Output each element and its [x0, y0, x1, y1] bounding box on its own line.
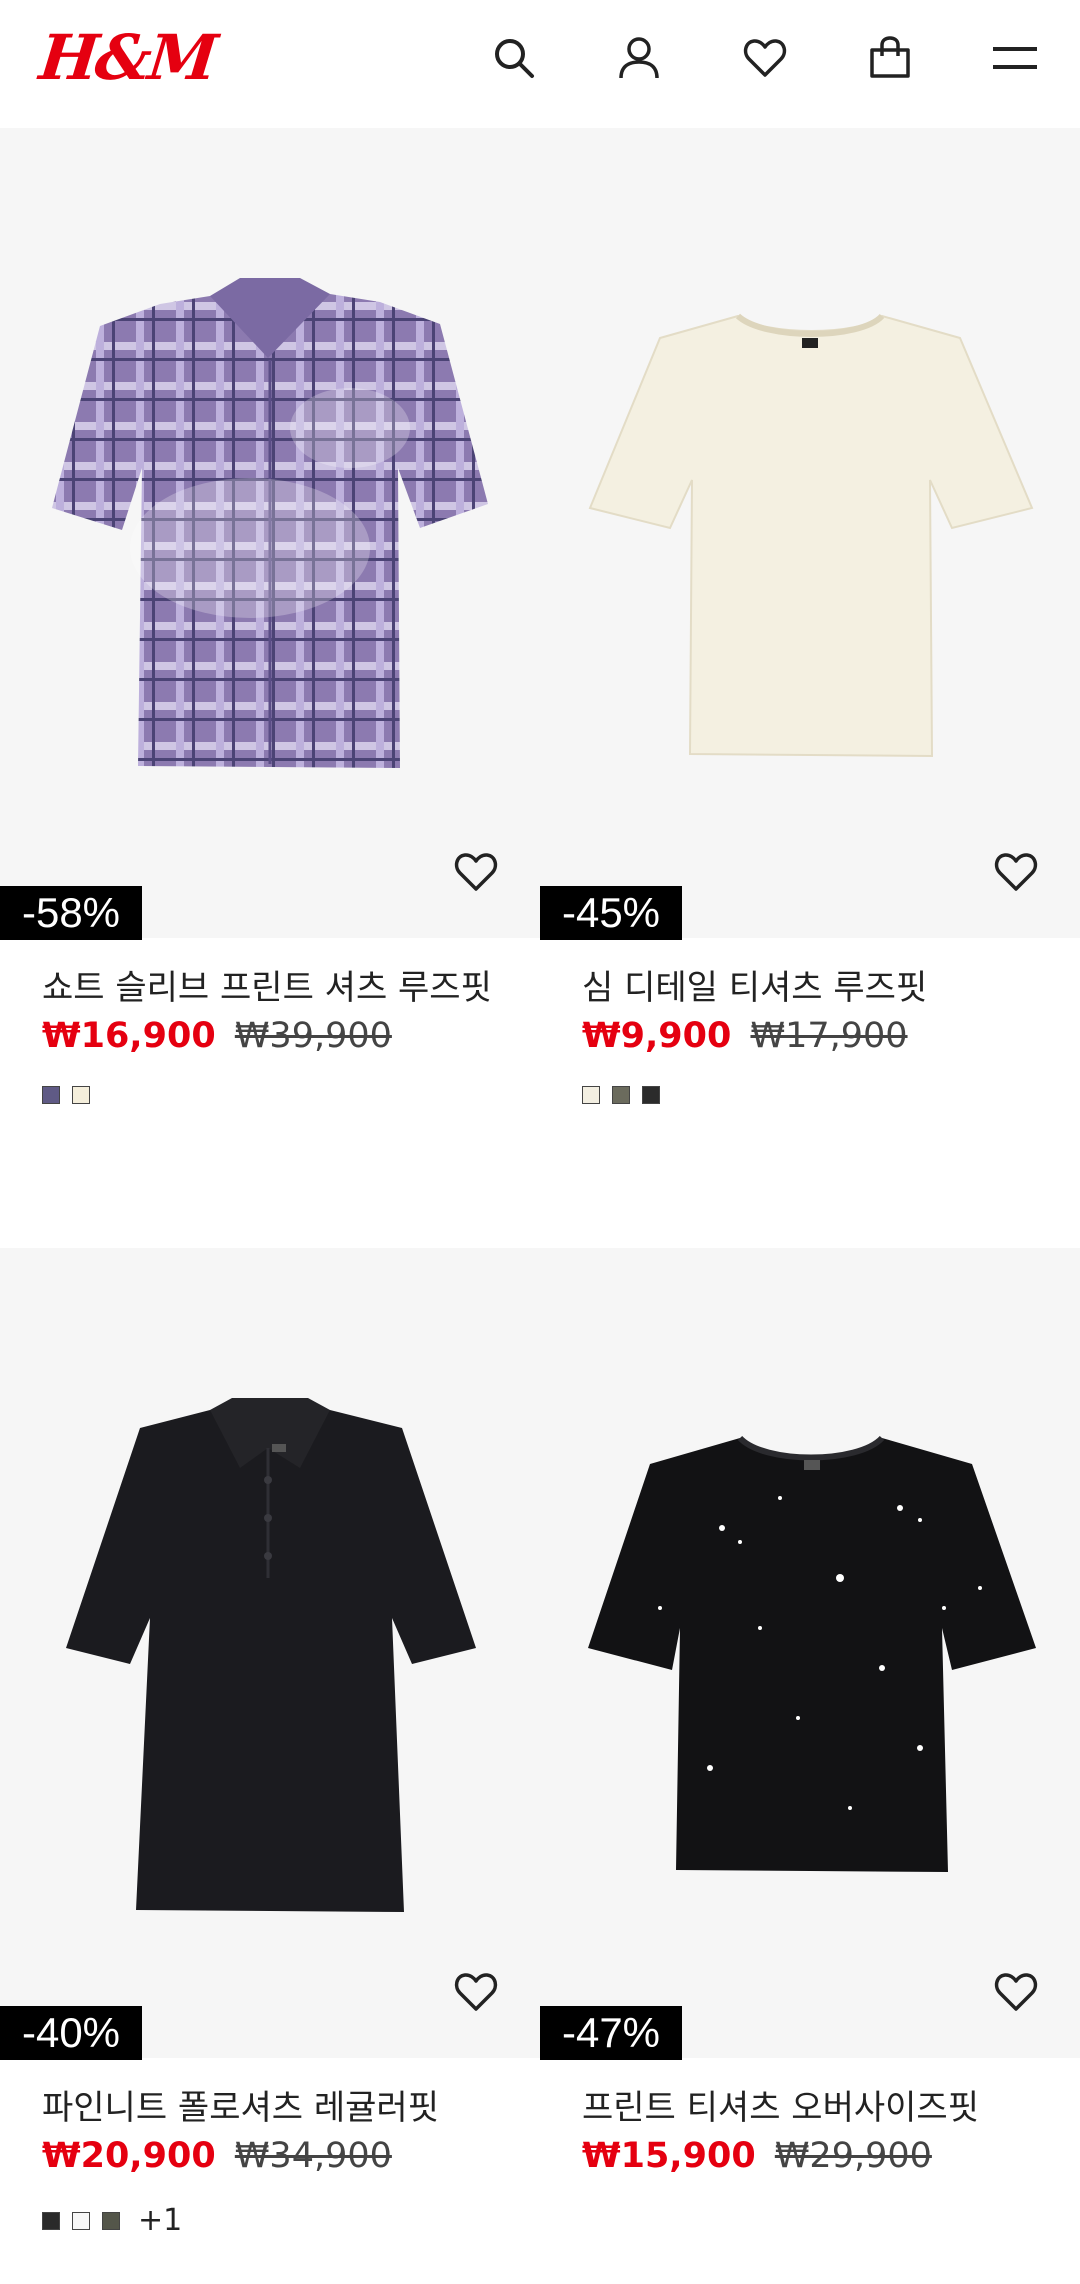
product-image[interactable] [0, 128, 540, 938]
discount-badge: -45% [540, 886, 682, 940]
sale-price: ₩15,900 [582, 2136, 756, 2176]
sale-price: ₩16,900 [42, 1016, 216, 1056]
sale-price: ₩9,900 [582, 1016, 732, 1056]
color-swatch[interactable] [42, 1086, 60, 1104]
product-title[interactable]: 파인니트 폴로셔츠 레귤러핏 [42, 2084, 497, 2132]
search-button[interactable] [484, 28, 544, 88]
color-swatch[interactable] [582, 1086, 600, 1104]
site-header: H&M [0, 0, 1080, 128]
color-swatch[interactable] [72, 1086, 90, 1104]
color-swatch[interactable] [102, 2212, 120, 2230]
heart-icon [454, 1973, 498, 2011]
original-price: ₩39,900 [234, 1016, 392, 1056]
price-row: ₩16,900 ₩39,900 [42, 1010, 392, 1062]
black-print-tshirt-image [588, 1435, 1036, 1872]
product-card[interactable]: -58% 쇼트 슬리브 프린트 셔츠 루즈핏 ₩16,900 ₩39,900 [0, 128, 540, 1128]
product-title[interactable]: 심 디테일 티셔츠 루즈핏 [582, 964, 1037, 1012]
color-swatch[interactable] [42, 2212, 60, 2230]
product-title[interactable]: 쇼트 슬리브 프린트 셔츠 루즈핏 [42, 964, 497, 1012]
price-row: ₩15,900 ₩29,900 [582, 2130, 932, 2182]
color-swatch[interactable] [612, 1086, 630, 1104]
color-swatch[interactable] [642, 1086, 660, 1104]
cream-tshirt-image [588, 313, 1034, 758]
hm-logo[interactable]: H&M [36, 18, 219, 98]
original-price: ₩17,900 [750, 1016, 908, 1056]
price-row: ₩9,900 ₩17,900 [582, 1010, 908, 1062]
color-swatches [42, 1086, 90, 1104]
add-to-favorites-button[interactable] [988, 1964, 1044, 2020]
product-image[interactable] [540, 128, 1080, 938]
menu-icon [993, 47, 1037, 69]
product-image[interactable] [540, 1248, 1080, 2058]
discount-badge: -47% [540, 2006, 682, 2060]
original-price: ₩34,900 [234, 2136, 392, 2176]
color-swatches: +1 [42, 2206, 182, 2236]
add-to-favorites-button[interactable] [448, 844, 504, 900]
favorites-button[interactable] [735, 28, 795, 88]
heart-icon [994, 853, 1038, 891]
discount-badge: -40% [0, 2006, 142, 2060]
more-colors-count: +1 [138, 2203, 183, 2238]
product-title[interactable]: 프린트 티셔츠 오버사이즈핏 [582, 2084, 1037, 2132]
menu-button[interactable] [985, 28, 1045, 88]
product-image[interactable] [0, 1248, 540, 2058]
product-card[interactable]: -47% 프린트 티셔츠 오버사이즈핏 ₩15,900 ₩29,900 [540, 1248, 1080, 2284]
heart-icon [994, 1973, 1038, 2011]
sale-price: ₩20,900 [42, 2136, 216, 2176]
shopping-bag-button[interactable] [860, 28, 920, 88]
black-polo-image [66, 1398, 476, 1912]
favorites-icon [743, 39, 787, 77]
product-card[interactable]: -45% 심 디테일 티셔츠 루즈핏 ₩9,900 ₩17,900 [540, 128, 1080, 1128]
discount-badge: -58% [0, 886, 142, 940]
product-card[interactable]: -40% 파인니트 폴로셔츠 레귤러핏 ₩20,900 ₩34,900 +1 [0, 1248, 540, 2284]
color-swatch[interactable] [72, 2212, 90, 2230]
add-to-favorites-button[interactable] [448, 1964, 504, 2020]
search-icon [495, 39, 534, 78]
plaid-shirt-image [52, 278, 488, 768]
original-price: ₩29,900 [774, 2136, 932, 2176]
price-row: ₩20,900 ₩34,900 [42, 2130, 392, 2182]
account-icon [619, 37, 659, 79]
add-to-favorites-button[interactable] [988, 844, 1044, 900]
shopping-bag-icon [870, 36, 910, 78]
account-button[interactable] [609, 28, 669, 88]
color-swatches [582, 1086, 660, 1104]
heart-icon [454, 853, 498, 891]
